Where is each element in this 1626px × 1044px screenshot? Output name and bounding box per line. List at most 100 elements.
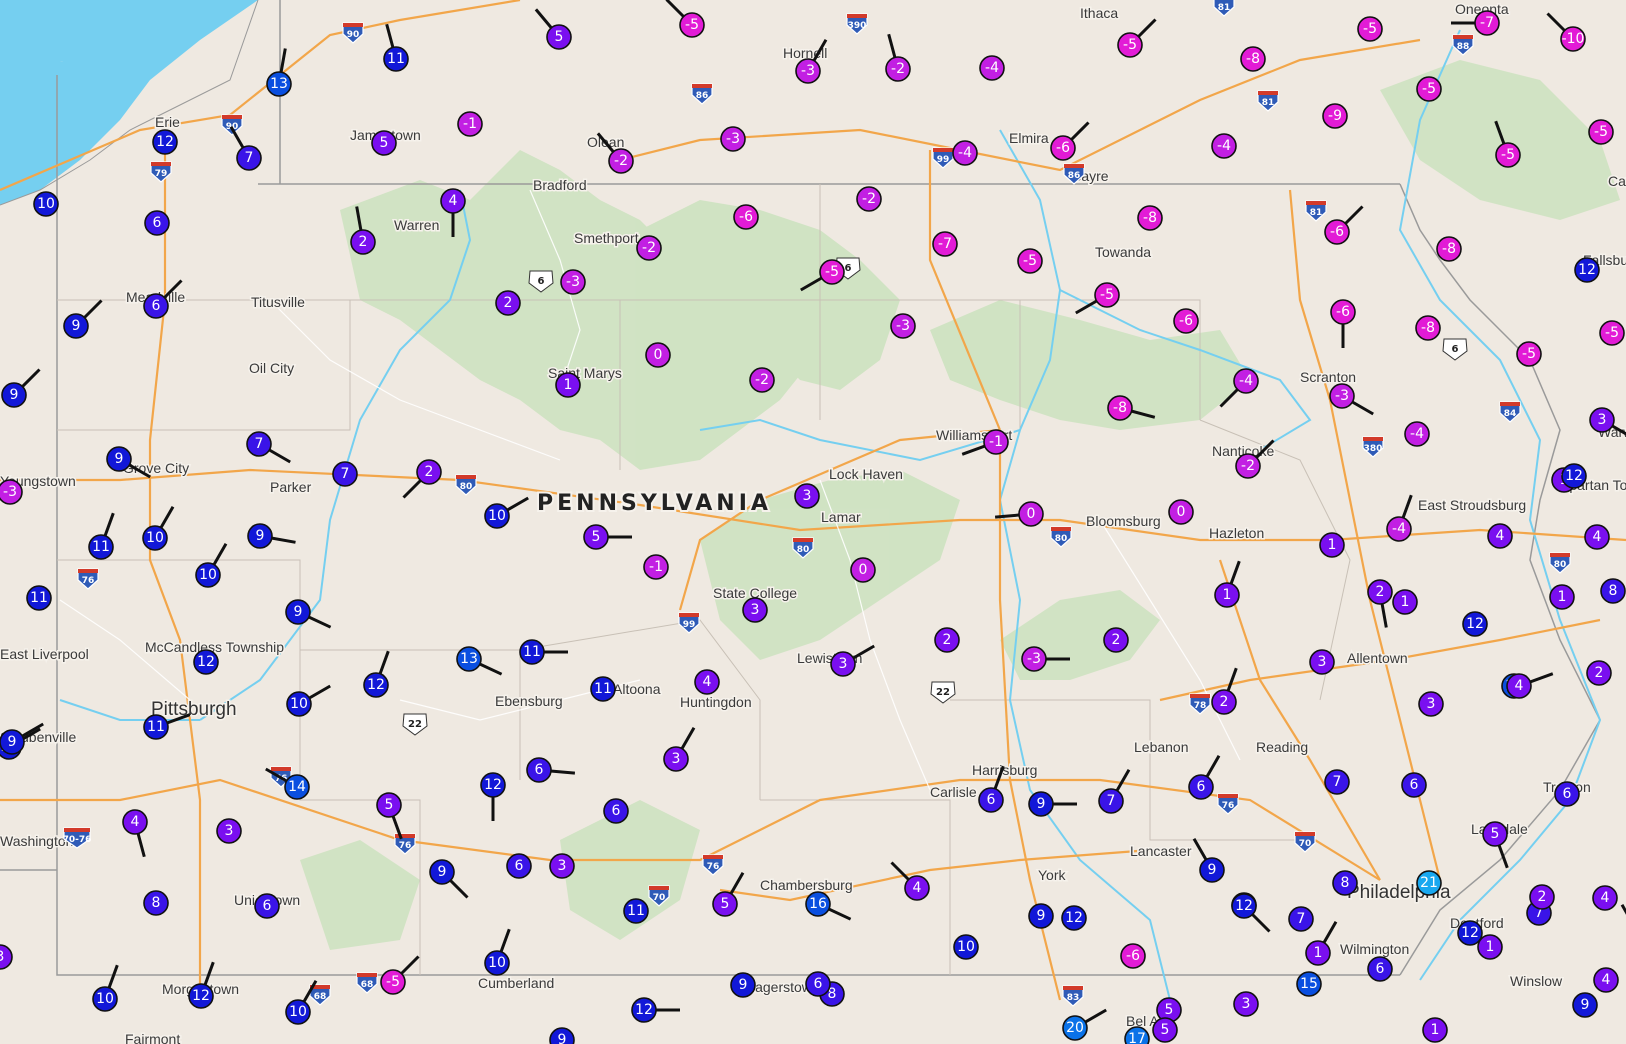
weather-station[interactable]: 3 [794,483,820,509]
temperature-value: 1 [1486,939,1495,955]
weather-station[interactable]: -4 [1404,421,1430,447]
weather-station[interactable]: 12 [1462,611,1488,637]
weather-station[interactable]: -1 [643,554,669,580]
weather-station[interactable]: 9 [549,1027,575,1044]
weather-station[interactable]: -5 [1516,341,1542,367]
weather-station[interactable]: 7 [1288,906,1314,932]
weather-station[interactable]: 1 [555,372,581,398]
temperature-value: -3 [801,63,815,79]
weather-station[interactable]: -4 [952,140,978,166]
weather-station[interactable]: 11 [26,585,52,611]
weather-station[interactable]: 3 [742,597,768,623]
weather-station[interactable]: 6 [144,210,170,236]
weather-station[interactable]: 3 [216,818,242,844]
weather-station[interactable]: 12 [152,129,178,155]
weather-station[interactable]: 2 [934,627,960,653]
weather-station[interactable]: 6 [1554,781,1580,807]
weather-station[interactable]: -2 [856,186,882,212]
weather-station[interactable]: 12 [1061,905,1087,931]
weather-station[interactable]: -5 [1416,76,1442,102]
weather-station[interactable]: 12 [193,649,219,675]
weather-station[interactable]: -7 [932,231,958,257]
weather-station[interactable]: 9 [1028,903,1054,929]
weather-station[interactable]: 1 [1392,589,1418,615]
weather-station[interactable]: 1 [1319,532,1345,558]
weather-station[interactable]: -1 [457,111,483,137]
weather-station[interactable]: 0 [1168,499,1194,525]
weather-station[interactable]: 6 [506,853,532,879]
weather-station[interactable]: 3 [1309,649,1335,675]
weather-station[interactable]: 6 [1367,956,1393,982]
weather-station[interactable]: 7 [1324,769,1350,795]
weather-station[interactable]: 4 [694,669,720,695]
weather-station[interactable]: 9 [1572,992,1598,1018]
weather-station[interactable]: 4 [1593,967,1619,993]
weather-station[interactable]: 8 [143,890,169,916]
weather-station[interactable]: -2 [636,235,662,261]
weather-station[interactable]: -4 [1211,133,1237,159]
weather-station[interactable]: 4 [1592,885,1618,911]
weather-station[interactable]: -6 [733,204,759,230]
weather-station[interactable]: 6 [805,971,831,997]
weather-station[interactable]: -2 [749,367,775,393]
temperature-value: -3 [726,131,740,147]
temperature-value: 3 [1427,696,1436,712]
weather-station[interactable]: -4 [979,55,1005,81]
svg-text:80: 80 [1554,560,1567,570]
weather-station[interactable]: 1 [1422,1017,1448,1043]
weather-station[interactable]: 12 [1457,920,1483,946]
weather-station[interactable]: -3 [560,269,586,295]
weather-station[interactable]: -8 [1240,46,1266,72]
weather-station[interactable]: 2 [1586,660,1612,686]
weather-station[interactable]: -6 [1173,308,1199,334]
temperature-value: 1 [1314,945,1323,961]
weather-station[interactable]: 6 [603,798,629,824]
temperature-value: 2 [425,464,434,480]
weather-station[interactable]: 9 [730,972,756,998]
weather-station[interactable]: 7 [332,461,358,487]
weather-station[interactable]: 11 [623,898,649,924]
weather-station[interactable]: 8 [1600,578,1626,604]
temperature-value: -10 [1562,31,1585,47]
weather-station[interactable]: 0 [645,342,671,368]
weather-station[interactable]: 11 [590,676,616,702]
weather-station[interactable]: -5 [1017,248,1043,274]
weather-station[interactable]: -9 [1322,103,1348,129]
weather-station[interactable]: 3 [1418,691,1444,717]
weather-station[interactable]: 4 [1584,524,1610,550]
weather-station[interactable]: 0 [850,557,876,583]
weather-station[interactable]: -8 [1137,205,1163,231]
weather-station[interactable]: 3 [1233,991,1259,1017]
weather-station[interactable]: -3 [0,479,23,505]
weather-station[interactable]: -5 [1588,119,1614,145]
weather-station[interactable]: 2 [495,290,521,316]
weather-station[interactable]: 12 [1574,257,1600,283]
weather-station[interactable]: 21 [1416,870,1442,896]
weather-station[interactable]: 15 [1296,971,1322,997]
weather-station[interactable]: 2 [1529,884,1555,910]
weather-station[interactable]: 3 [549,853,575,879]
temperature-value: 10 [957,939,975,955]
weather-station[interactable]: 12 [1561,463,1587,489]
weather-station[interactable]: 5 [1152,1017,1178,1043]
weather-station[interactable]: 10 [33,191,59,217]
weather-station[interactable]: 6 [254,893,280,919]
weather-station[interactable]: -6 [1120,943,1146,969]
weather-station[interactable]: 1 [1549,584,1575,610]
weather-station[interactable]: 5 [371,130,397,156]
temperature-value: 13 [460,651,478,667]
weather-station[interactable]: -3 [890,313,916,339]
weather-station[interactable]: 1 [1477,934,1503,960]
weather-station[interactable]: 17 [1124,1026,1150,1044]
weather-station[interactable]: -5 [1357,16,1383,42]
weather-station[interactable]: -8 [1436,236,1462,262]
weather-map[interactable]: IthacaOneontaHornellOleanElmiraSayreErie… [0,0,1626,1044]
weather-station[interactable]: -3 [720,126,746,152]
weather-station[interactable]: 8 [1332,870,1358,896]
weather-station[interactable]: -8 [1415,315,1441,341]
weather-station[interactable]: 10 [953,934,979,960]
weather-station[interactable]: 2 [1103,627,1129,653]
weather-station[interactable]: 4 [1487,523,1513,549]
weather-station[interactable]: -5 [1599,320,1625,346]
weather-station[interactable]: 6 [1401,772,1427,798]
